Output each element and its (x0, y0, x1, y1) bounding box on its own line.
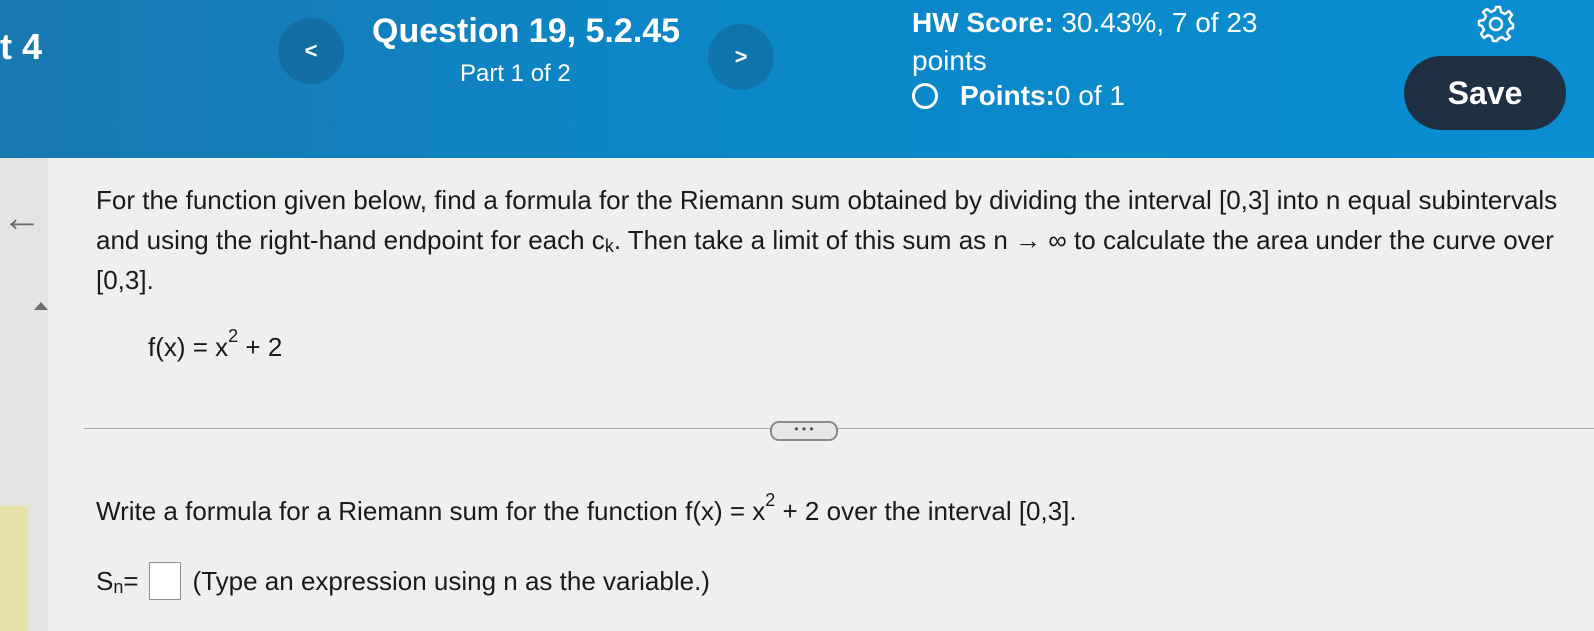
save-button[interactable]: Save (1404, 56, 1566, 130)
status-circle-icon (912, 83, 938, 109)
gear-icon[interactable] (1476, 4, 1516, 44)
question-title: Question 19, 5.2.45 (372, 12, 681, 50)
points-label: Points: (960, 80, 1055, 111)
hw-score: HW Score: 30.43%, 7 of 23 points (912, 4, 1332, 80)
question-part: Part 1 of 2 (460, 60, 571, 87)
left-sidebar-highlight (0, 506, 28, 631)
answer-subscript: n (113, 576, 124, 597)
answer-equals: = (123, 565, 139, 596)
prompt-exponent: 2 (765, 490, 776, 510)
hw-score-label: HW Score: (912, 7, 1054, 38)
hw-score-value: 30.43%, 7 of 23 (1053, 7, 1258, 38)
function-rhs: + 2 (238, 332, 283, 362)
left-arrow-icon[interactable]: ← (2, 196, 42, 241)
hw-score-suffix: points (912, 45, 987, 76)
next-question-button[interactable]: > (708, 24, 774, 90)
collapse-up-icon[interactable] (34, 302, 48, 310)
function-exponent: 2 (228, 326, 239, 346)
prompt-post: + 2 over the interval [0,3]. (775, 496, 1077, 526)
answer-input[interactable] (148, 562, 181, 600)
answer-row: Sn = (Type an expression using n as the … (96, 562, 710, 600)
more-options-button[interactable]: • • • (770, 421, 838, 441)
problem-statement: For the function given below, find a for… (96, 180, 1566, 300)
header-bar: t 4 < Question 19, 5.2.45 Part 1 of 2 > … (0, 0, 1594, 158)
truncated-label: t 4 (0, 26, 43, 67)
ck-subscript: k (604, 236, 614, 256)
prompt-pre: Write a formula for a Riemann sum for th… (96, 496, 766, 526)
function-definition: f(x) = x2 + 2 (148, 326, 283, 363)
function-lhs: f(x) = x (148, 332, 229, 362)
question-prompt: Write a formula for a Riemann sum for th… (96, 490, 1077, 527)
points-row: Points: 0 of 1 (912, 80, 1125, 112)
points-value: 0 of 1 (1054, 80, 1125, 111)
answer-hint: (Type an expression using n as the varia… (192, 565, 710, 596)
previous-question-button[interactable]: < (278, 18, 344, 84)
answer-lhs: S (96, 565, 114, 596)
section-divider (84, 428, 1594, 429)
